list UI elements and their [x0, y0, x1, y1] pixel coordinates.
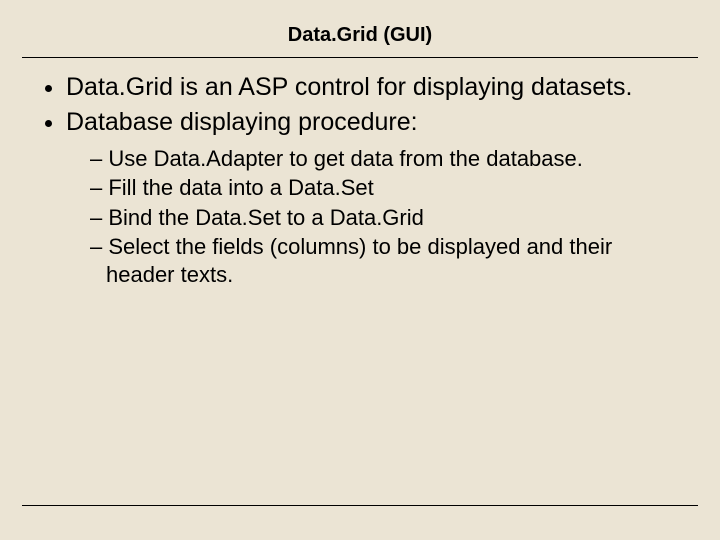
sub-bullet-item: Use Data.Adapter to get data from the da…: [90, 145, 682, 173]
sub-bullet-list: Use Data.Adapter to get data from the da…: [66, 145, 682, 289]
sub-bullet-item: Fill the data into a Data.Set: [90, 174, 682, 202]
sub-bullet-item: Select the fields (columns) to be displa…: [90, 233, 682, 288]
divider-bottom: [22, 505, 698, 506]
sub-bullet-item: Bind the Data.Set to a Data.Grid: [90, 204, 682, 232]
bullet-item: Data.Grid is an ASP control for displayi…: [66, 72, 682, 103]
slide-content: Data.Grid is an ASP control for displayi…: [0, 58, 720, 288]
bullet-item: Database displaying procedure: Use Data.…: [66, 107, 682, 288]
slide: Data.Grid (GUI) Data.Grid is an ASP cont…: [0, 0, 720, 540]
slide-title: Data.Grid (GUI): [0, 0, 720, 57]
bullet-list: Data.Grid is an ASP control for displayi…: [38, 72, 682, 288]
bullet-text: Database displaying procedure:: [66, 108, 418, 136]
